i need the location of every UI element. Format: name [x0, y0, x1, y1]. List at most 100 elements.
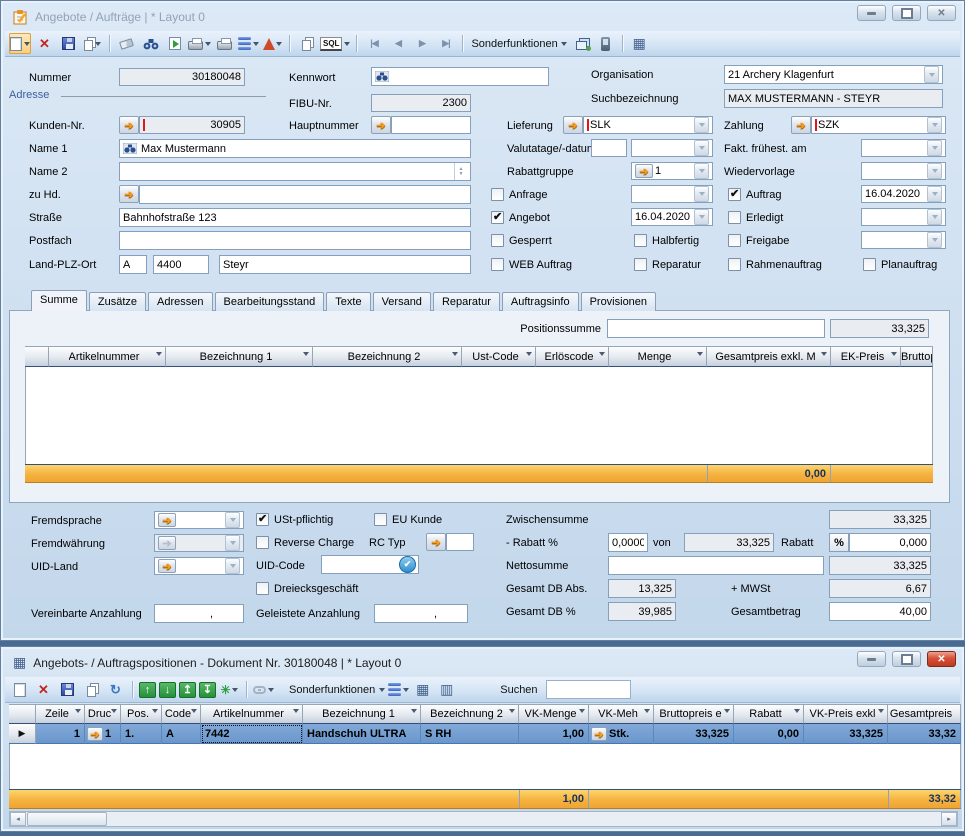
close-button[interactable]	[927, 651, 956, 667]
strasse-field[interactable]: Bahnhofstraße 123	[119, 208, 471, 227]
minimize-button[interactable]	[857, 5, 886, 21]
zu-hd-field[interactable]	[139, 185, 471, 204]
fremdsprache-select[interactable]	[154, 511, 244, 529]
anfrage-datum-select[interactable]	[631, 185, 713, 203]
sonderfunktionen-button[interactable]: Sonderfunktionen	[287, 679, 385, 700]
kunden-lookup-button[interactable]	[119, 116, 139, 134]
dropdown-button[interactable]	[927, 209, 942, 225]
col-bezeichnung1[interactable]: Bezeichnung 1	[166, 346, 313, 367]
positionssumme-total-field[interactable]: 33,325	[830, 319, 929, 338]
grid-body[interactable]	[9, 744, 961, 789]
freigabe-datum-select[interactable]	[861, 231, 946, 249]
lieferung-lookup-button[interactable]	[563, 116, 583, 134]
dropdown-button[interactable]	[927, 163, 942, 179]
col-code[interactable]: Code	[162, 704, 201, 724]
dropdown-button[interactable]	[694, 163, 709, 179]
uid-land-lookup-button[interactable]	[158, 559, 176, 573]
dropdown-button[interactable]	[225, 512, 240, 528]
nav-first-button[interactable]	[363, 33, 384, 54]
gesamtbetrag-field[interactable]: 40,00	[829, 602, 931, 621]
spinner-control[interactable]	[454, 163, 467, 180]
phone-button[interactable]	[595, 33, 616, 54]
fremdsprache-lookup-button[interactable]	[158, 513, 176, 527]
col-rabatt[interactable]: Rabatt	[734, 704, 804, 724]
tab-auftragsinfo[interactable]: Auftragsinfo	[502, 292, 579, 311]
record-list-button[interactable]	[238, 33, 259, 54]
reverse-charge-checkbox[interactable]	[256, 536, 269, 549]
ust-pflichtig-checkbox[interactable]	[256, 513, 269, 526]
col-vk-menge[interactable]: VK-Menge	[519, 704, 589, 724]
rahmenauftrag-checkbox[interactable]	[728, 258, 741, 271]
fibu-field[interactable]: 2300	[371, 94, 471, 112]
nummer-field[interactable]: 30180048	[119, 68, 245, 86]
tab-texte[interactable]: Texte	[326, 292, 370, 311]
column-view-button[interactable]	[436, 679, 457, 700]
suchbezeichnung-field[interactable]: MAX MUSTERMANN - STEYR	[724, 89, 943, 108]
restore-button[interactable]	[892, 651, 921, 667]
cell-code[interactable]: A	[162, 724, 201, 744]
druck-lookup-button[interactable]	[87, 727, 103, 741]
fax-button[interactable]	[214, 33, 235, 54]
rabattgruppe-lookup-button[interactable]	[635, 164, 653, 178]
name1-field[interactable]: Max Mustermann	[119, 139, 471, 158]
col-vk-meh[interactable]: VK-Meh	[589, 704, 654, 724]
col-vk-preis-exkl[interactable]: VK-Preis exkl	[804, 704, 888, 724]
col-bruttopreis[interactable]: Bruttopreis e	[654, 704, 734, 724]
cell-zeile[interactable]: 1	[36, 724, 85, 744]
validation-button[interactable]	[262, 33, 283, 54]
organisation-select[interactable]: 21 Archery Klagenfurt	[724, 65, 943, 84]
copy-button[interactable]	[82, 33, 103, 54]
move-up-button[interactable]	[139, 682, 156, 698]
mwst-field[interactable]: 6,67	[829, 579, 931, 598]
col-pos[interactable]: Pos.	[121, 704, 162, 724]
col-zeile[interactable]: Zeile	[36, 704, 85, 724]
renumber-button[interactable]	[219, 679, 240, 700]
col-menge[interactable]: Menge	[609, 346, 707, 367]
dropdown-button[interactable]	[694, 186, 709, 202]
eu-kunde-checkbox[interactable]	[374, 513, 387, 526]
grid-body[interactable]	[25, 367, 933, 464]
hauptnummer-lookup-button[interactable]	[371, 116, 391, 134]
gesamt-db-pct-field[interactable]: 39,985	[608, 602, 676, 621]
rabattgruppe-select[interactable]: 1	[631, 162, 713, 180]
fakt-fruehest-select[interactable]	[861, 139, 946, 157]
tab-versand[interactable]: Versand	[373, 292, 431, 311]
move-down-button[interactable]	[159, 682, 176, 698]
wiedervorlage-select[interactable]	[861, 162, 946, 180]
scrollbar-thumb[interactable]	[27, 812, 107, 826]
erledigt-checkbox[interactable]	[728, 211, 741, 224]
rabatt-prozent-field[interactable]: 0,0000	[608, 533, 648, 552]
cell-rabatt[interactable]: 0,00	[734, 724, 804, 744]
dropdown-button[interactable]	[924, 66, 939, 83]
sql-button[interactable]: SQL	[320, 33, 350, 54]
save-button[interactable]	[57, 679, 78, 700]
dropdown-button[interactable]	[927, 186, 942, 202]
auftrag-checkbox[interactable]	[728, 188, 741, 201]
freigabe-checkbox[interactable]	[728, 234, 741, 247]
lieferung-select[interactable]: SLK	[583, 116, 713, 134]
postfach-field[interactable]	[119, 231, 471, 250]
dropdown-button[interactable]	[694, 140, 709, 156]
nav-next-button[interactable]	[411, 33, 432, 54]
col-ust-code[interactable]: Ust-Code	[462, 346, 536, 367]
vereinbarte-anzahlung-field[interactable]: ,	[154, 604, 244, 623]
gesamt-db-abs-field[interactable]: 13,325	[608, 579, 676, 598]
cell-vk-preis[interactable]: 33,325	[804, 724, 888, 744]
row-selector-cell[interactable]	[9, 724, 36, 744]
anfrage-checkbox[interactable]	[491, 188, 504, 201]
col-druck[interactable]: Druc	[85, 704, 121, 724]
erledigt-datum-select[interactable]	[861, 208, 946, 226]
valutadatum-select[interactable]	[631, 139, 713, 157]
zahlung-select[interactable]: SZK	[811, 116, 946, 134]
reparatur-checkbox[interactable]	[634, 258, 647, 271]
cell-bruttopreis[interactable]: 33,325	[654, 724, 734, 744]
rabatt-field[interactable]: 0,000	[849, 533, 931, 552]
zwischensumme-field[interactable]: 33,325	[829, 510, 931, 529]
tab-provisionen[interactable]: Provisionen	[581, 292, 656, 311]
record-list-button[interactable]	[388, 679, 409, 700]
find-button[interactable]	[140, 33, 161, 54]
cell-pos[interactable]: 1.	[121, 724, 162, 744]
move-to-bottom-button[interactable]	[199, 682, 216, 698]
search-binoculars-button[interactable]	[375, 71, 389, 82]
plz-field[interactable]: 4400	[153, 255, 209, 274]
